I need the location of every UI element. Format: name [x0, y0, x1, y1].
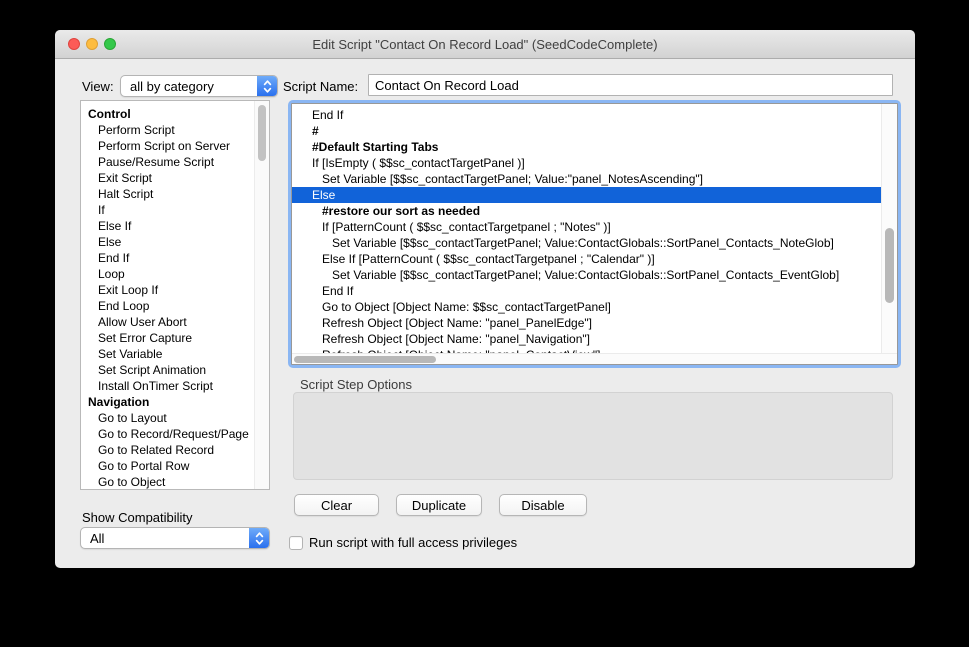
- script-editor: End If##Default Starting TabsIf [IsEmpty…: [288, 100, 901, 368]
- script-step-line[interactable]: Else If [PatternCount ( $$sc_contactTarg…: [292, 251, 881, 267]
- full-access-checkbox-label: Run script with full access privileges: [309, 535, 517, 550]
- sidebar-step-item[interactable]: Perform Script: [81, 122, 254, 138]
- sidebar-step-item[interactable]: Allow User Abort: [81, 314, 254, 330]
- script-name-label: Script Name:: [283, 79, 358, 94]
- chevron-up-down-icon: [249, 528, 269, 548]
- script-step-line[interactable]: Refresh Object [Object Name: "panel_Pane…: [292, 315, 881, 331]
- window-title: Edit Script "Contact On Record Load" (Se…: [55, 37, 915, 52]
- sidebar-step-item[interactable]: Install OnTimer Script: [81, 378, 254, 394]
- script-step-options-panel: [293, 392, 893, 480]
- script-editor-content[interactable]: End If##Default Starting TabsIf [IsEmpty…: [291, 103, 898, 365]
- script-step-line[interactable]: Set Variable [$$sc_contactTargetPanel; V…: [292, 171, 881, 187]
- sidebar-step-item[interactable]: End If: [81, 250, 254, 266]
- sidebar-step-item[interactable]: Go to Layout: [81, 410, 254, 426]
- sidebar-step-item[interactable]: Go to Record/Request/Page: [81, 426, 254, 442]
- sidebar-step-item[interactable]: If: [81, 202, 254, 218]
- editor-horizontal-scrollbar[interactable]: [292, 353, 897, 364]
- script-step-line[interactable]: #restore our sort as needed: [292, 203, 881, 219]
- chevron-up-down-icon: [257, 76, 277, 96]
- script-step-line[interactable]: Set Variable [$$sc_contactTargetPanel; V…: [292, 235, 881, 251]
- sidebar-scrollbar-thumb[interactable]: [258, 105, 266, 161]
- sidebar-step-item[interactable]: Set Error Capture: [81, 330, 254, 346]
- script-step-line[interactable]: End If: [292, 107, 881, 123]
- script-step-line[interactable]: If [PatternCount ( $$sc_contactTargetpan…: [292, 219, 881, 235]
- sidebar-step-item[interactable]: Else: [81, 234, 254, 250]
- clear-button[interactable]: Clear: [294, 494, 379, 516]
- button-row: Clear Duplicate Disable: [294, 494, 587, 516]
- view-label: View:: [82, 79, 114, 94]
- view-dropdown[interactable]: all by category: [120, 75, 278, 97]
- sidebar-step-item[interactable]: Else If: [81, 218, 254, 234]
- sidebar-step-item[interactable]: Exit Script: [81, 170, 254, 186]
- sidebar-step-item[interactable]: Perform Script on Server: [81, 138, 254, 154]
- duplicate-button[interactable]: Duplicate: [396, 494, 482, 516]
- sidebar-category-header: Control: [81, 106, 254, 122]
- sidebar-step-item[interactable]: Go to Related Record: [81, 442, 254, 458]
- disable-button[interactable]: Disable: [499, 494, 587, 516]
- script-step-line[interactable]: #: [292, 123, 881, 139]
- edit-script-window: Edit Script "Contact On Record Load" (Se…: [55, 30, 915, 568]
- sidebar-step-item[interactable]: Go to Portal Row: [81, 458, 254, 474]
- sidebar-step-item[interactable]: End Loop: [81, 298, 254, 314]
- script-steps-panel: ControlPerform ScriptPerform Script on S…: [80, 100, 270, 490]
- sidebar-step-item[interactable]: Loop: [81, 266, 254, 282]
- sidebar-step-item[interactable]: Set Script Animation: [81, 362, 254, 378]
- sidebar-step-item[interactable]: Exit Loop If: [81, 282, 254, 298]
- editor-vertical-scrollbar-thumb[interactable]: [885, 228, 894, 303]
- script-step-line-selected[interactable]: Else: [292, 187, 881, 203]
- sidebar-step-item[interactable]: Set Variable: [81, 346, 254, 362]
- script-step-options-label: Script Step Options: [300, 377, 412, 392]
- sidebar-step-item[interactable]: Go to Object: [81, 474, 254, 490]
- sidebar-category-header: Navigation: [81, 394, 254, 410]
- sidebar-step-item[interactable]: Pause/Resume Script: [81, 154, 254, 170]
- compatibility-dropdown-value: All: [90, 531, 104, 546]
- compatibility-dropdown[interactable]: All: [80, 527, 270, 549]
- sidebar-step-item[interactable]: Halt Script: [81, 186, 254, 202]
- full-access-checkbox[interactable]: [289, 536, 303, 550]
- script-step-line[interactable]: Set Variable [$$sc_contactTargetPanel; V…: [292, 267, 881, 283]
- sidebar-list: ControlPerform ScriptPerform Script on S…: [81, 101, 254, 490]
- script-name-input[interactable]: [368, 74, 893, 96]
- sidebar-scrollbar[interactable]: [254, 101, 269, 489]
- title-bar[interactable]: Edit Script "Contact On Record Load" (Se…: [55, 30, 915, 59]
- script-step-line[interactable]: #Default Starting Tabs: [292, 139, 881, 155]
- editor-vertical-scrollbar[interactable]: [881, 104, 897, 353]
- script-step-line[interactable]: If [IsEmpty ( $$sc_contactTargetPanel )]: [292, 155, 881, 171]
- script-step-line[interactable]: Go to Object [Object Name: $$sc_contactT…: [292, 299, 881, 315]
- script-step-line[interactable]: End If: [292, 283, 881, 299]
- view-dropdown-value: all by category: [130, 79, 214, 94]
- editor-horizontal-scrollbar-thumb[interactable]: [294, 356, 436, 363]
- show-compatibility-label: Show Compatibility: [82, 510, 193, 525]
- script-step-line[interactable]: Refresh Object [Object Name: "panel_Navi…: [292, 331, 881, 347]
- script-lines: End If##Default Starting TabsIf [IsEmpty…: [292, 104, 881, 353]
